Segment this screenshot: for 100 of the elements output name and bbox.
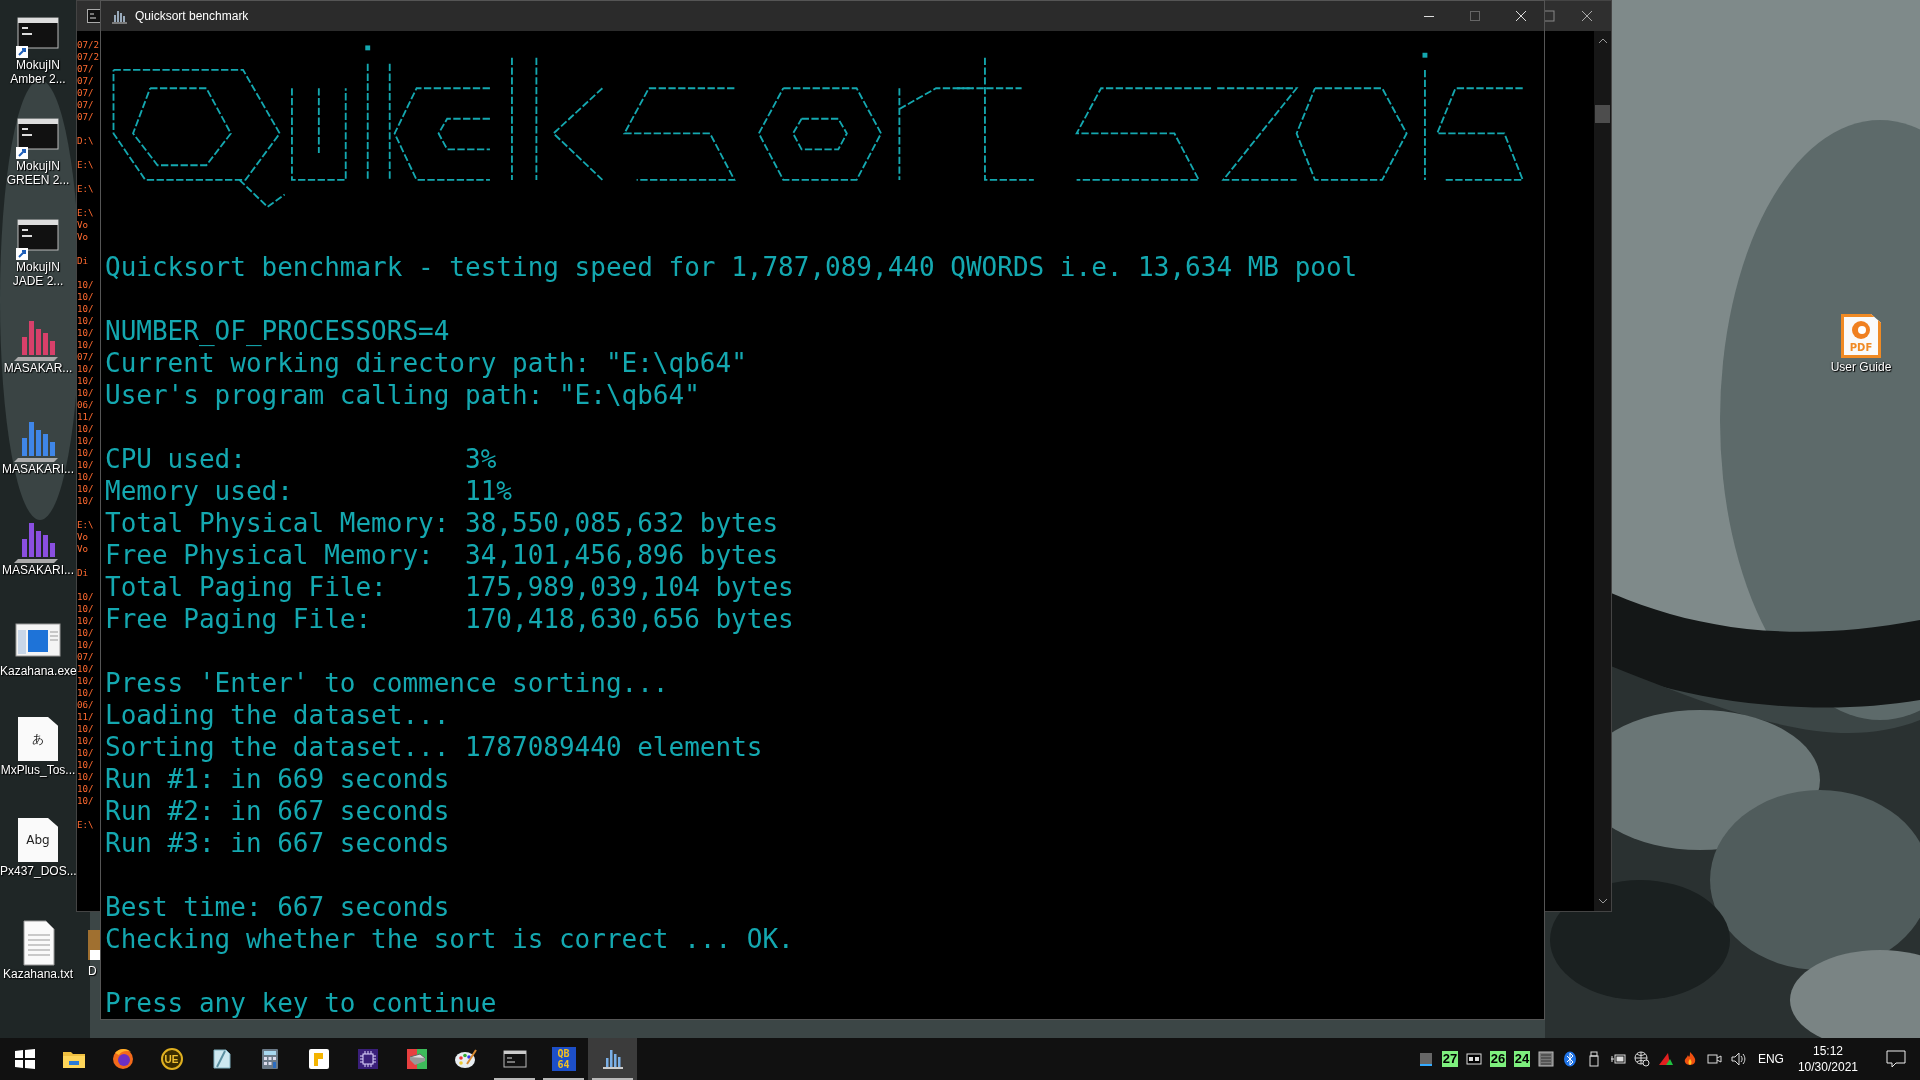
log-text: 10/ bbox=[77, 291, 95, 303]
log-text: 10/ bbox=[77, 591, 95, 603]
log-text: E:\ bbox=[77, 819, 95, 831]
font-file-icon[interactable]: あ bbox=[18, 717, 58, 761]
console-text: Run #1: in 669 seconds bbox=[105, 763, 451, 795]
console-prompt: Press any key to continue bbox=[105, 987, 498, 1019]
log-text: 10/ bbox=[77, 675, 95, 687]
shortcut-icon[interactable] bbox=[88, 930, 100, 960]
stat-value: 34,101,456,896 bytes bbox=[465, 539, 779, 571]
log-text: 07/2 bbox=[77, 51, 100, 63]
log-text: 10/ bbox=[77, 639, 95, 651]
tray-badge[interactable]: 26 bbox=[1489, 1051, 1507, 1067]
clock-date[interactable]: 10/30/2021 bbox=[1797, 1059, 1858, 1075]
globe-icon[interactable] bbox=[1633, 1051, 1650, 1067]
windows-logo-icon bbox=[12, 1047, 37, 1071]
log-text: E:\ bbox=[77, 207, 95, 219]
bar-chart-icon bbox=[111, 8, 127, 24]
log-text: Vo bbox=[77, 543, 90, 555]
stat-value: 175,989,039,104 bytes bbox=[465, 571, 794, 603]
log-text: 10/ bbox=[77, 483, 95, 495]
log-text: 07/ bbox=[77, 87, 95, 99]
log-text: 10/ bbox=[77, 447, 95, 459]
log-text: 10/ bbox=[77, 771, 95, 783]
log-text: 10/ bbox=[77, 603, 95, 615]
meter-icon[interactable] bbox=[1417, 1051, 1434, 1067]
console-icon bbox=[502, 1047, 527, 1071]
stat-label: CPU used: bbox=[105, 443, 247, 475]
icon-label: MokujIN Amber 2... bbox=[9, 58, 67, 86]
log-text: 10/ bbox=[77, 339, 95, 351]
taskbar-button[interactable]: QB 64 bbox=[539, 1038, 588, 1080]
icon-label: User Guide bbox=[1829, 360, 1893, 374]
log-text: 10/ bbox=[77, 783, 95, 795]
log-text: Vo bbox=[77, 531, 90, 543]
log-text: E:\ bbox=[77, 183, 95, 195]
notification-icon[interactable] bbox=[1886, 1050, 1906, 1068]
grid-icon[interactable] bbox=[1537, 1051, 1554, 1067]
icon-label: MASAKARI... bbox=[1, 563, 75, 577]
console-text: Run #2: in 667 seconds bbox=[105, 795, 451, 827]
tray-badge[interactable]: 24 bbox=[1513, 1051, 1531, 1067]
log-text: Vo bbox=[77, 231, 90, 243]
scroll-up-icon[interactable] bbox=[1597, 37, 1608, 45]
app-logo-icon: QB 64 bbox=[551, 1047, 576, 1071]
stat-label: Total Paging File: bbox=[105, 571, 388, 603]
log-text: D:\ bbox=[77, 135, 95, 147]
log-text: 10/ bbox=[77, 747, 95, 759]
console-text: Checking whether the sort is correct ... OK. bbox=[105, 923, 795, 955]
console-text: Current working directory path: "E:\qb64" bbox=[105, 347, 748, 379]
tray-badge[interactable]: 27 bbox=[1441, 1051, 1459, 1067]
icon-label: Px437_DOS... bbox=[0, 864, 76, 878]
log-text: 10/ bbox=[77, 735, 95, 747]
bluetooth-icon[interactable] bbox=[1561, 1051, 1578, 1067]
tape-icon[interactable] bbox=[1465, 1051, 1482, 1067]
log-text: 10/ bbox=[77, 663, 95, 675]
bar-chart-icon bbox=[600, 1047, 625, 1071]
scrollbar[interactable] bbox=[1594, 31, 1611, 911]
log-text: 10/ bbox=[77, 315, 95, 327]
console-text: NUMBER_OF_PROCESSORS=4 bbox=[105, 315, 451, 347]
running-indicator bbox=[543, 1078, 584, 1080]
log-text: 10/ bbox=[77, 615, 95, 627]
running-indicator bbox=[494, 1078, 535, 1080]
console-text: Run #3: in 667 seconds bbox=[105, 827, 451, 859]
app-tile-icon bbox=[306, 1047, 331, 1071]
close-icon[interactable] bbox=[1581, 10, 1593, 22]
font-file-icon[interactable]: Abg bbox=[18, 818, 58, 862]
log-text: 07/2 bbox=[77, 39, 100, 51]
scrollbar-thumb[interactable] bbox=[1595, 105, 1610, 123]
icon-label: MASAKAR... bbox=[2, 361, 74, 375]
log-text: Di bbox=[77, 255, 90, 267]
app-logo-icon: UE bbox=[160, 1048, 183, 1070]
log-text: Di bbox=[77, 567, 90, 579]
log-text: E:\ bbox=[77, 159, 95, 171]
chip-icon bbox=[355, 1047, 380, 1071]
stat-label: Free Physical Memory: bbox=[105, 539, 435, 571]
log-text: 07/ bbox=[77, 99, 95, 111]
log-text: 10/ bbox=[77, 303, 95, 315]
console-text: Quicksort benchmark - testing speed for 1,787,089,440 QWORDS i.e. 13,634 MB pool bbox=[105, 251, 1359, 283]
camera-icon[interactable] bbox=[1705, 1051, 1722, 1067]
icon-label: Kazahana.txt bbox=[1, 967, 75, 981]
log-text: 10/ bbox=[77, 363, 95, 375]
log-text: 07/ bbox=[77, 351, 95, 363]
power-icon[interactable] bbox=[1609, 1051, 1626, 1067]
stat-value: 170,418,630,656 bytes bbox=[465, 603, 794, 635]
icon-label: MokujIN GREEN 2... bbox=[5, 159, 71, 187]
stat-value: 38,550,085,632 bytes bbox=[465, 507, 779, 539]
window-title: Quicksort benchmark bbox=[135, 9, 249, 23]
log-text: 10/ bbox=[77, 327, 95, 339]
stat-label: Free Paging File: bbox=[105, 603, 373, 635]
volume-icon[interactable] bbox=[1729, 1051, 1746, 1067]
log-text: 07/ bbox=[77, 111, 95, 123]
log-text: 10/ bbox=[77, 495, 95, 507]
scroll-down-icon[interactable] bbox=[1597, 897, 1608, 905]
taskbar-button[interactable]: UE bbox=[147, 1038, 196, 1080]
log-text: 07/ bbox=[77, 651, 95, 663]
stat-value: 11% bbox=[465, 475, 512, 507]
clock-time[interactable]: 15:12 bbox=[1812, 1043, 1843, 1059]
language-indicator[interactable]: ENG bbox=[1757, 1052, 1784, 1066]
browser-icon bbox=[110, 1047, 135, 1071]
log-text: 10/ bbox=[77, 471, 95, 483]
triangle-icon[interactable] bbox=[1657, 1051, 1674, 1067]
log-text: Vo bbox=[77, 219, 90, 231]
